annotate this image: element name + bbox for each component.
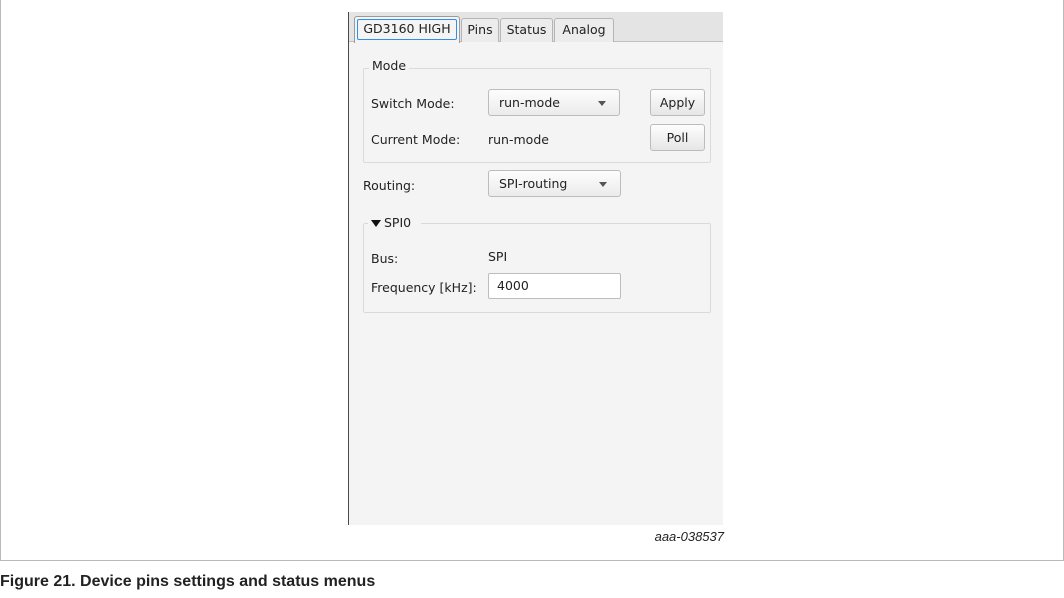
mode-group-title: Mode xyxy=(369,58,410,73)
frequency-label: Frequency [kHz]: xyxy=(371,280,477,295)
tab-label: Pins xyxy=(467,22,493,37)
tab-analog[interactable]: Analog xyxy=(554,18,614,42)
frequency-input[interactable]: 4000 xyxy=(488,273,621,299)
figure-caption: Figure 21. Device pins settings and stat… xyxy=(0,573,376,590)
apply-button-label: Apply xyxy=(659,95,696,110)
chevron-down-icon xyxy=(598,101,606,106)
routing-value: SPI-routing xyxy=(499,176,568,191)
poll-button-label: Poll xyxy=(666,130,689,145)
spi0-group-title: SPI0 xyxy=(384,215,412,230)
tab-bar: GD3160 HIGH Pins Status Analog xyxy=(349,12,723,43)
figure-id: aaa-038537 xyxy=(654,529,724,544)
chevron-down-icon xyxy=(599,182,607,187)
routing-dropdown[interactable]: SPI-routing xyxy=(488,170,621,197)
switch-mode-label: Switch Mode: xyxy=(371,96,455,111)
switch-mode-value: run-mode xyxy=(499,95,560,110)
tab-pins[interactable]: Pins xyxy=(461,18,499,42)
tab-label: Analog xyxy=(562,22,606,37)
poll-button[interactable]: Poll xyxy=(650,124,705,151)
tab-status[interactable]: Status xyxy=(500,18,553,42)
switch-mode-dropdown[interactable]: run-mode xyxy=(488,89,620,116)
current-mode-value: run-mode xyxy=(488,132,549,147)
current-mode-label: Current Mode: xyxy=(371,132,461,147)
spi0-group xyxy=(363,223,711,313)
tab-label: GD3160 HIGH xyxy=(363,21,451,36)
spi0-group-header[interactable]: SPI0 xyxy=(368,215,421,232)
bus-value: SPI xyxy=(488,249,508,264)
bus-label: Bus: xyxy=(371,251,399,266)
tab-label: Status xyxy=(506,22,547,37)
routing-label: Routing: xyxy=(363,178,416,193)
tab-gd3160-high[interactable]: GD3160 HIGH xyxy=(354,16,460,43)
apply-button[interactable]: Apply xyxy=(650,89,705,116)
device-settings-panel: GD3160 HIGH Pins Status Analog Mode Swit… xyxy=(348,12,723,525)
triangle-down-icon xyxy=(371,220,381,227)
